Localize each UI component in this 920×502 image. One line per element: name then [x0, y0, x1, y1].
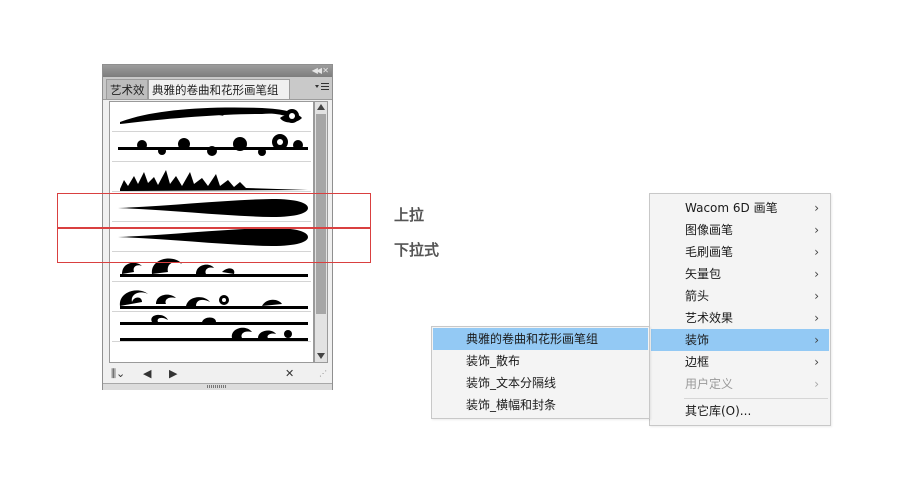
submenu-item-label: 装饰_散布	[466, 354, 521, 368]
panel-menu-icon[interactable]	[315, 82, 329, 92]
menu-item-other-library[interactable]: 其它库(O)...	[651, 400, 829, 422]
menu-item-label: 毛刷画笔	[685, 245, 734, 259]
menu-item-user-defined: 用户定义 ›	[651, 373, 829, 395]
brush-library-menu: Wacom 6D 画笔 › 图像画笔 › 毛刷画笔 › 矢量包 › 箭头 › 艺…	[649, 193, 831, 426]
menu-separator	[684, 398, 828, 399]
submenu-item-label: 装饰_文本分隔线	[466, 376, 557, 390]
curl-brush-1-preview	[120, 107, 302, 124]
submenu-item-label: 典雅的卷曲和花形画笔组	[466, 332, 599, 346]
menu-item-borders[interactable]: 边框 ›	[651, 351, 829, 373]
highlight-box-upper	[57, 193, 371, 228]
wave-brush-3-preview	[120, 314, 308, 341]
double-chevron-left-icon[interactable]: ◀◀	[312, 66, 322, 76]
chevron-right-icon: ›	[814, 333, 819, 347]
panel-title-bar[interactable]: ◀◀ ✕	[103, 65, 332, 77]
chevron-right-icon: ›	[814, 267, 819, 281]
flame-brush-preview	[120, 170, 308, 191]
chevron-right-icon: ›	[814, 377, 819, 391]
menu-item-label: Wacom 6D 画笔	[685, 201, 778, 215]
resize-grip-icon[interactable]: ⋰	[319, 367, 327, 381]
menu-item-label: 装饰	[685, 333, 710, 347]
tab-elegant-curl-brushes[interactable]: 典雅的卷曲和花形画笔组	[148, 79, 290, 99]
scroll-up-icon[interactable]	[317, 104, 325, 110]
submenu-item-label: 装饰_横幅和封条	[466, 398, 557, 412]
brush-wave-2[interactable]	[112, 282, 311, 312]
submenu-item-text-dividers[interactable]: 装饰_文本分隔线	[433, 372, 648, 394]
menu-item-decorative[interactable]: 装饰 ›	[651, 329, 829, 351]
menu-item-artistic[interactable]: 艺术效果 ›	[651, 307, 829, 329]
remove-brush-icon[interactable]: ✕	[285, 367, 294, 381]
close-icon[interactable]: ✕	[322, 66, 329, 76]
previous-icon[interactable]: ◀	[143, 367, 151, 381]
menu-item-image-brushes[interactable]: 图像画笔 ›	[651, 219, 829, 241]
brush-wave-3[interactable]	[112, 312, 311, 342]
menu-item-label: 其它库(O)...	[685, 404, 752, 418]
brush-curl-1[interactable]	[112, 102, 311, 132]
decorative-submenu: 典雅的卷曲和花形画笔组 装饰_散布 装饰_文本分隔线 装饰_横幅和封条	[431, 326, 650, 419]
submenu-item-banners-seals[interactable]: 装饰_横幅和封条	[433, 394, 648, 416]
chevron-right-icon: ›	[814, 201, 819, 215]
tab-art-effects[interactable]: 艺术效	[106, 79, 148, 99]
brush-flame[interactable]	[112, 162, 311, 192]
scroll-down-icon[interactable]	[317, 353, 325, 359]
highlight-box-lower	[57, 228, 371, 263]
panel-resize-grip[interactable]	[103, 383, 332, 390]
panel-tabs: 艺术效 典雅的卷曲和花形画笔组	[103, 77, 332, 100]
panel-bottom-bar: ⫼⌄ ◀ ▶ ✕ ⋰	[103, 365, 332, 383]
libraries-menu-icon[interactable]: ⫼⌄	[111, 367, 125, 381]
menu-item-wacom-6d[interactable]: Wacom 6D 画笔 ›	[651, 197, 829, 219]
curl-brush-2-preview	[118, 134, 308, 156]
submenu-item-scatter[interactable]: 装饰_散布	[433, 350, 648, 372]
chevron-right-icon: ›	[814, 289, 819, 303]
menu-item-label: 边框	[685, 355, 710, 369]
chevron-right-icon: ›	[814, 355, 819, 369]
chevron-right-icon: ›	[814, 223, 819, 237]
menu-item-label: 用户定义	[685, 377, 734, 391]
callout-lower: 下拉式	[394, 241, 440, 259]
menu-item-bristle-brushes[interactable]: 毛刷画笔 ›	[651, 241, 829, 263]
menu-item-arrows[interactable]: 箭头 ›	[651, 285, 829, 307]
menu-item-label: 矢量包	[685, 267, 722, 281]
brush-curl-2[interactable]	[112, 132, 311, 162]
wave-brush-2-preview	[119, 290, 308, 309]
chevron-right-icon: ›	[814, 245, 819, 259]
chevron-right-icon: ›	[814, 311, 819, 325]
menu-item-label: 图像画笔	[685, 223, 734, 237]
next-icon[interactable]: ▶	[169, 367, 177, 381]
callout-upper: 上拉	[394, 206, 425, 224]
menu-item-vector-packs[interactable]: 矢量包 ›	[651, 263, 829, 285]
submenu-item-elegant-curl[interactable]: 典雅的卷曲和花形画笔组	[433, 328, 648, 350]
menu-item-label: 艺术效果	[685, 311, 734, 325]
menu-item-label: 箭头	[685, 289, 710, 303]
